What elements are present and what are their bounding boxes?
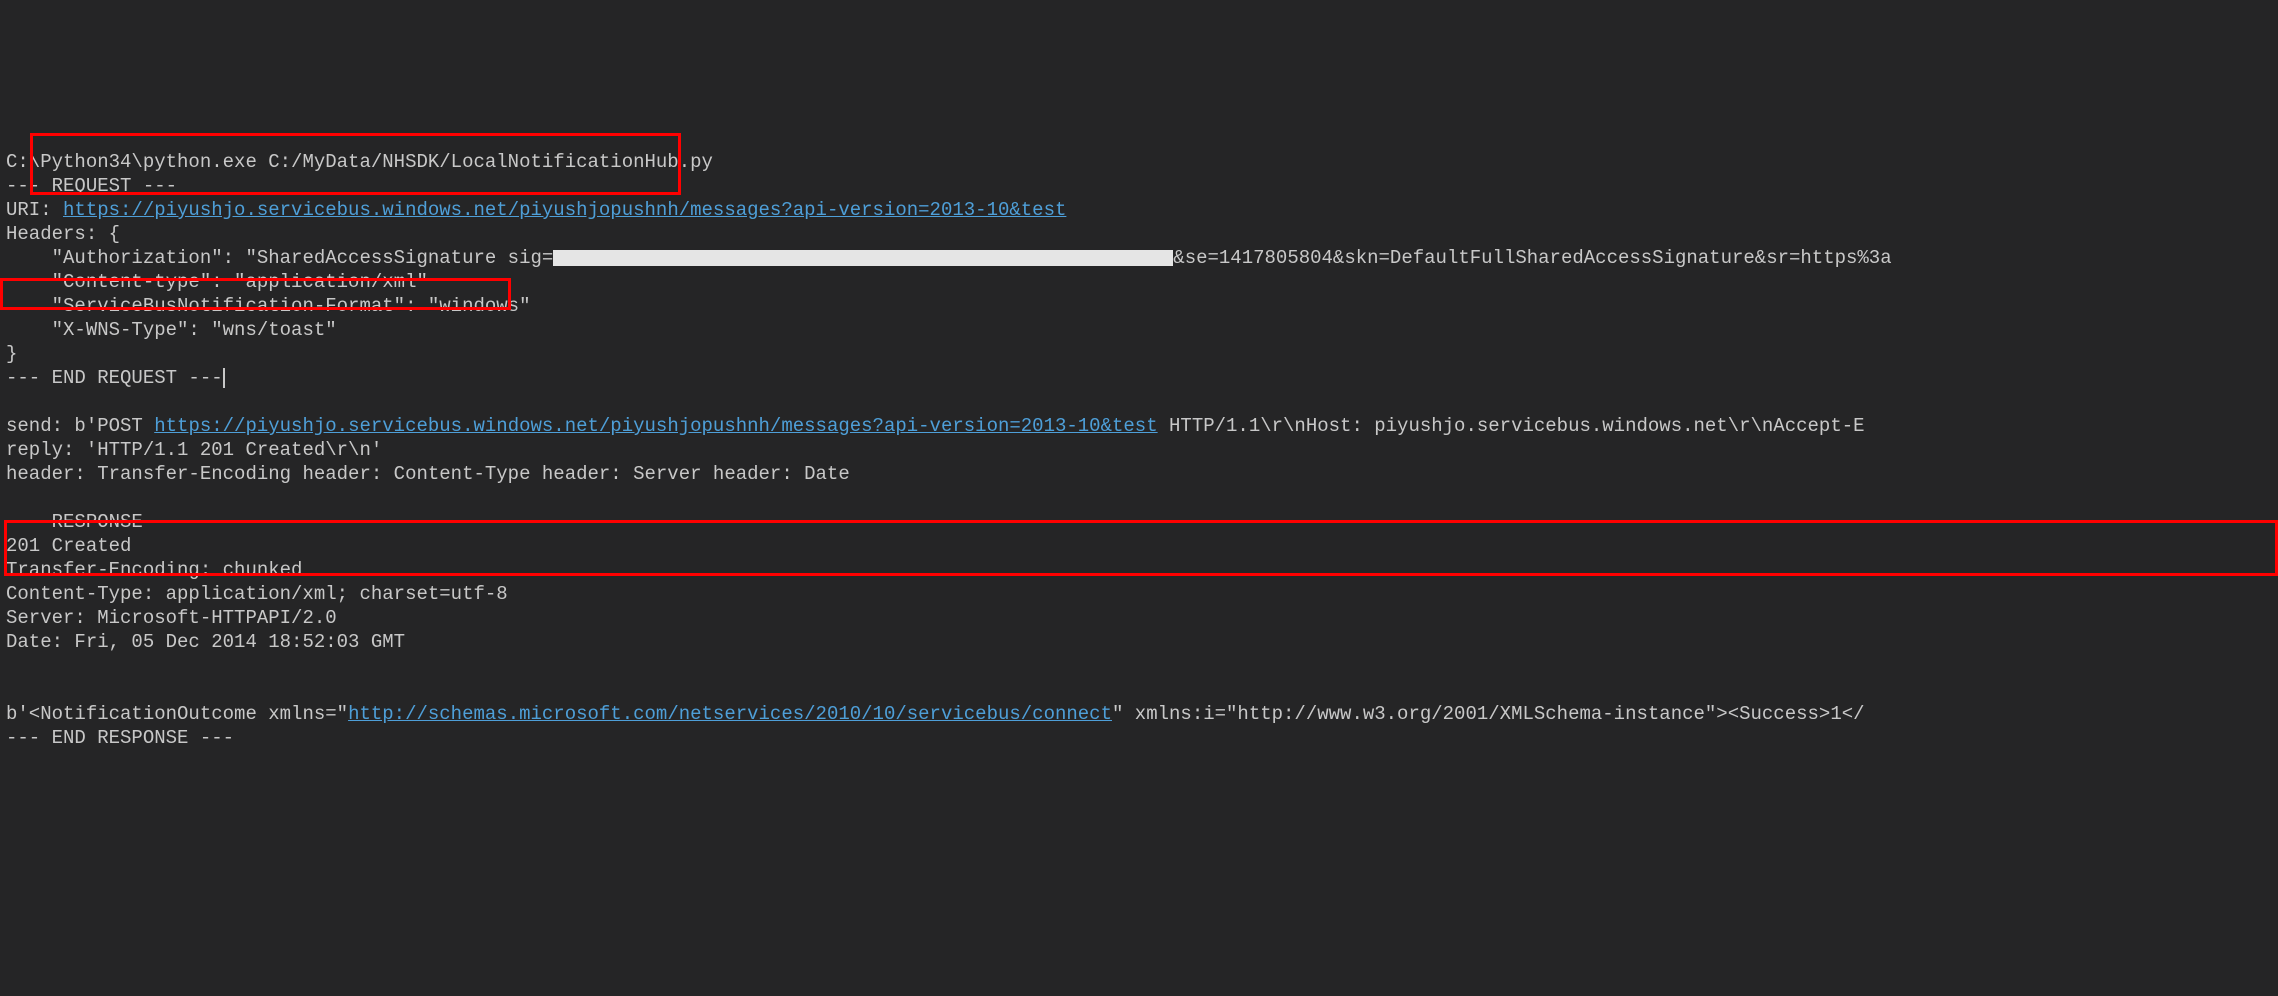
line-headers-list: header: Transfer-Encoding header: Conten… [6, 463, 850, 485]
line-transfer-encoding: Transfer-Encoding: chunked [6, 559, 302, 581]
blank-1 [6, 391, 17, 413]
line-outcome-post: " xmlns:i="http://www.w3.org/2001/XMLSch… [1112, 703, 1865, 725]
line-request-begin: --- REQUEST --- [6, 175, 177, 197]
line-end-response: --- END RESPONSE --- [6, 727, 234, 749]
schema-link[interactable]: http://schemas.microsoft.com/netservices… [348, 703, 1112, 725]
text-caret [223, 368, 225, 388]
line-reply: reply: 'HTTP/1.1 201 Created\r\n' [6, 439, 382, 461]
line-headers-open: Headers: { [6, 223, 120, 245]
line-content-type: "Content-type": "application/xml" [6, 271, 428, 293]
blank-3 [6, 655, 17, 677]
uri-link[interactable]: https://piyushjo.servicebus.windows.net/… [63, 199, 1066, 221]
redacted-signature [553, 250, 1173, 266]
line-date: Date: Fri, 05 Dec 2014 18:52:03 GMT [6, 631, 405, 653]
line-headers-close: } [6, 343, 17, 365]
line-sb-format: "ServiceBusNotification-Format": "window… [6, 295, 531, 317]
line-resp-content-type: Content-Type: application/xml; charset=u… [6, 583, 508, 605]
line-end-request: --- END REQUEST --- [6, 367, 223, 389]
line-server: Server: Microsoft-HTTPAPI/2.0 [6, 607, 337, 629]
blank-4 [6, 679, 17, 701]
line-auth-post: &se=1417805804&skn=DefaultFullSharedAcce… [1173, 247, 1891, 269]
send-link[interactable]: https://piyushjo.servicebus.windows.net/… [154, 415, 1157, 437]
line-command: C:\Python34\python.exe C:/MyData/NHSDK/L… [6, 151, 713, 173]
line-response-begin: --- RESPONSE --- [6, 511, 188, 533]
line-wns-type: "X-WNS-Type": "wns/toast" [6, 319, 337, 341]
console-output: C:\Python34\python.exe C:/MyData/NHSDK/L… [0, 120, 2278, 756]
line-send-post: HTTP/1.1\r\nHost: piyushjo.servicebus.wi… [1158, 415, 1865, 437]
line-auth-pre: "Authorization": "SharedAccessSignature … [6, 247, 553, 269]
line-uri-label: URI: [6, 199, 63, 221]
line-status: 201 Created [6, 535, 131, 557]
line-outcome-pre: b'<NotificationOutcome xmlns=" [6, 703, 348, 725]
blank-2 [6, 487, 17, 509]
line-send-pre: send: b'POST [6, 415, 154, 437]
